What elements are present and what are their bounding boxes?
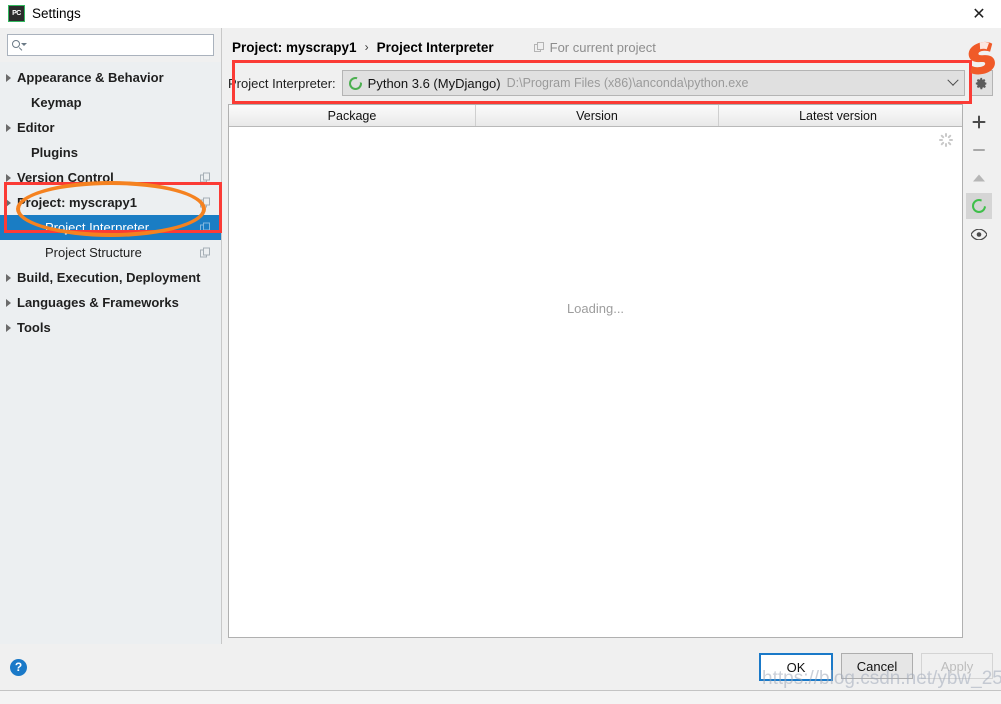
sidebar-item-project-myscrapy1[interactable]: Project: myscrapy1 [0, 190, 221, 215]
apply-button: Apply [921, 653, 993, 679]
copy-icon [533, 41, 545, 53]
show-early-releases-button[interactable] [966, 193, 992, 219]
sidebar-item-build-execution-deployment[interactable]: Build, Execution, Deployment [0, 265, 221, 290]
close-icon[interactable]: ✕ [957, 0, 1001, 27]
scope-hint-label: For current project [549, 39, 656, 55]
packages-area: Package Version Latest version Loading... [228, 104, 995, 638]
ok-button[interactable]: OK [759, 653, 833, 681]
interpreter-name: Python 3.6 (MyDjango) [367, 75, 501, 91]
packages-table-body: Loading... [229, 127, 962, 637]
sidebar-item-label: Languages & Frameworks [17, 295, 179, 310]
chevron-right-icon[interactable] [0, 274, 17, 282]
sidebar-item-editor[interactable]: Editor [0, 115, 221, 140]
remove-package-button[interactable] [966, 137, 992, 163]
python-ring-icon [972, 199, 986, 213]
packages-toolbar [963, 104, 995, 638]
dialog-buttons: OK Cancel Apply [759, 653, 993, 681]
settings-sidebar: Appearance & Behavior Keymap Editor Plugins… [0, 28, 222, 644]
sidebar-item-appearance-behavior[interactable]: Appearance & Behavior [0, 65, 221, 90]
loading-spinner-small [939, 133, 953, 147]
sidebar-item-project-structure[interactable]: Project Structure [0, 240, 221, 265]
scope-hint: For current project [533, 39, 656, 55]
search-icon [12, 39, 27, 52]
sidebar-item-tools[interactable]: Tools [0, 315, 221, 340]
sidebar-item-label: Editor [17, 120, 55, 135]
dialog-footer: ? OK Cancel Apply [0, 644, 1001, 690]
settings-dialog: PC Settings ✕ Appearance & Behavior Keyma… [0, 0, 1001, 690]
chevron-down-icon[interactable] [942, 71, 964, 95]
interpreter-label: Project Interpreter: [228, 75, 336, 91]
sidebar-item-label: Build, Execution, Deployment [17, 270, 201, 285]
interpreter-row: Project Interpreter: Python 3.6 (MyDjang… [228, 68, 1001, 98]
sidebar-item-version-control[interactable]: Version Control [0, 165, 221, 190]
sidebar-item-label: Keymap [31, 95, 82, 110]
pycharm-icon: PC [8, 5, 25, 22]
search-input[interactable] [28, 37, 209, 53]
chevron-right-icon[interactable] [0, 174, 17, 182]
dialog-body: Appearance & Behavior Keymap Editor Plugins… [0, 28, 1001, 644]
window-title: Settings [32, 6, 81, 21]
chevron-right-icon[interactable] [0, 74, 17, 82]
sidebar-item-plugins[interactable]: Plugins [0, 140, 221, 165]
sidebar-item-keymap[interactable]: Keymap [0, 90, 221, 115]
help-button[interactable]: ? [10, 658, 27, 676]
column-header-version[interactable]: Version [476, 105, 719, 126]
copy-icon[interactable] [200, 197, 211, 208]
background-strip [0, 690, 1001, 704]
sidebar-search-area [0, 28, 221, 62]
copy-icon[interactable] [200, 172, 211, 183]
breadcrumb: Project: myscrapy1 › Project Interpreter… [222, 28, 1001, 62]
breadcrumb-current: Project Interpreter [376, 39, 494, 55]
title-bar: PC Settings ✕ [0, 0, 1001, 28]
python-icon [348, 76, 362, 90]
chevron-right-icon[interactable] [0, 299, 17, 307]
search-box[interactable] [7, 34, 214, 56]
add-package-button[interactable] [966, 109, 992, 135]
sidebar-item-label: Appearance & Behavior [17, 70, 164, 85]
sidebar-item-project-interpreter[interactable]: Project Interpreter [0, 215, 221, 240]
settings-tree: Appearance & Behavior Keymap Editor Plugins… [0, 62, 221, 644]
column-header-latest-version[interactable]: Latest version [719, 105, 957, 126]
chevron-right-icon[interactable] [0, 124, 17, 132]
sidebar-item-languages-frameworks[interactable]: Languages & Frameworks [0, 290, 221, 315]
breadcrumb-parent[interactable]: Project: myscrapy1 [232, 40, 357, 55]
sidebar-item-label: Version Control [17, 170, 114, 185]
cancel-button[interactable]: Cancel [841, 653, 913, 679]
sidebar-item-label: Project Interpreter [45, 220, 150, 235]
eye-icon [971, 228, 987, 240]
packages-table-header: Package Version Latest version [229, 105, 962, 127]
column-header-package[interactable]: Package [229, 105, 476, 126]
chevron-right-icon[interactable] [0, 199, 17, 207]
sidebar-item-label: Project: myscrapy1 [17, 195, 137, 210]
sidebar-item-label: Plugins [31, 145, 78, 160]
interpreter-settings-button[interactable] [969, 70, 993, 96]
show-paths-button[interactable] [966, 221, 992, 247]
chevron-right-icon[interactable] [0, 324, 17, 332]
packages-table: Package Version Latest version Loading... [228, 104, 963, 638]
settings-content: Project: myscrapy1 › Project Interpreter… [222, 28, 1001, 644]
interpreter-select[interactable]: Python 3.6 (MyDjango) D:\Program Files (… [341, 70, 965, 96]
sidebar-item-label: Project Structure [45, 245, 142, 260]
copy-icon[interactable] [200, 222, 211, 233]
sidebar-item-label: Tools [17, 320, 51, 335]
breadcrumb-separator-icon: › [364, 40, 369, 54]
loading-message: Loading... [566, 301, 625, 316]
gear-icon [975, 77, 988, 90]
upgrade-package-button[interactable] [966, 165, 992, 191]
interpreter-path: D:\Program Files (x86)\anconda\python.ex… [506, 76, 749, 90]
copy-icon[interactable] [200, 247, 211, 258]
